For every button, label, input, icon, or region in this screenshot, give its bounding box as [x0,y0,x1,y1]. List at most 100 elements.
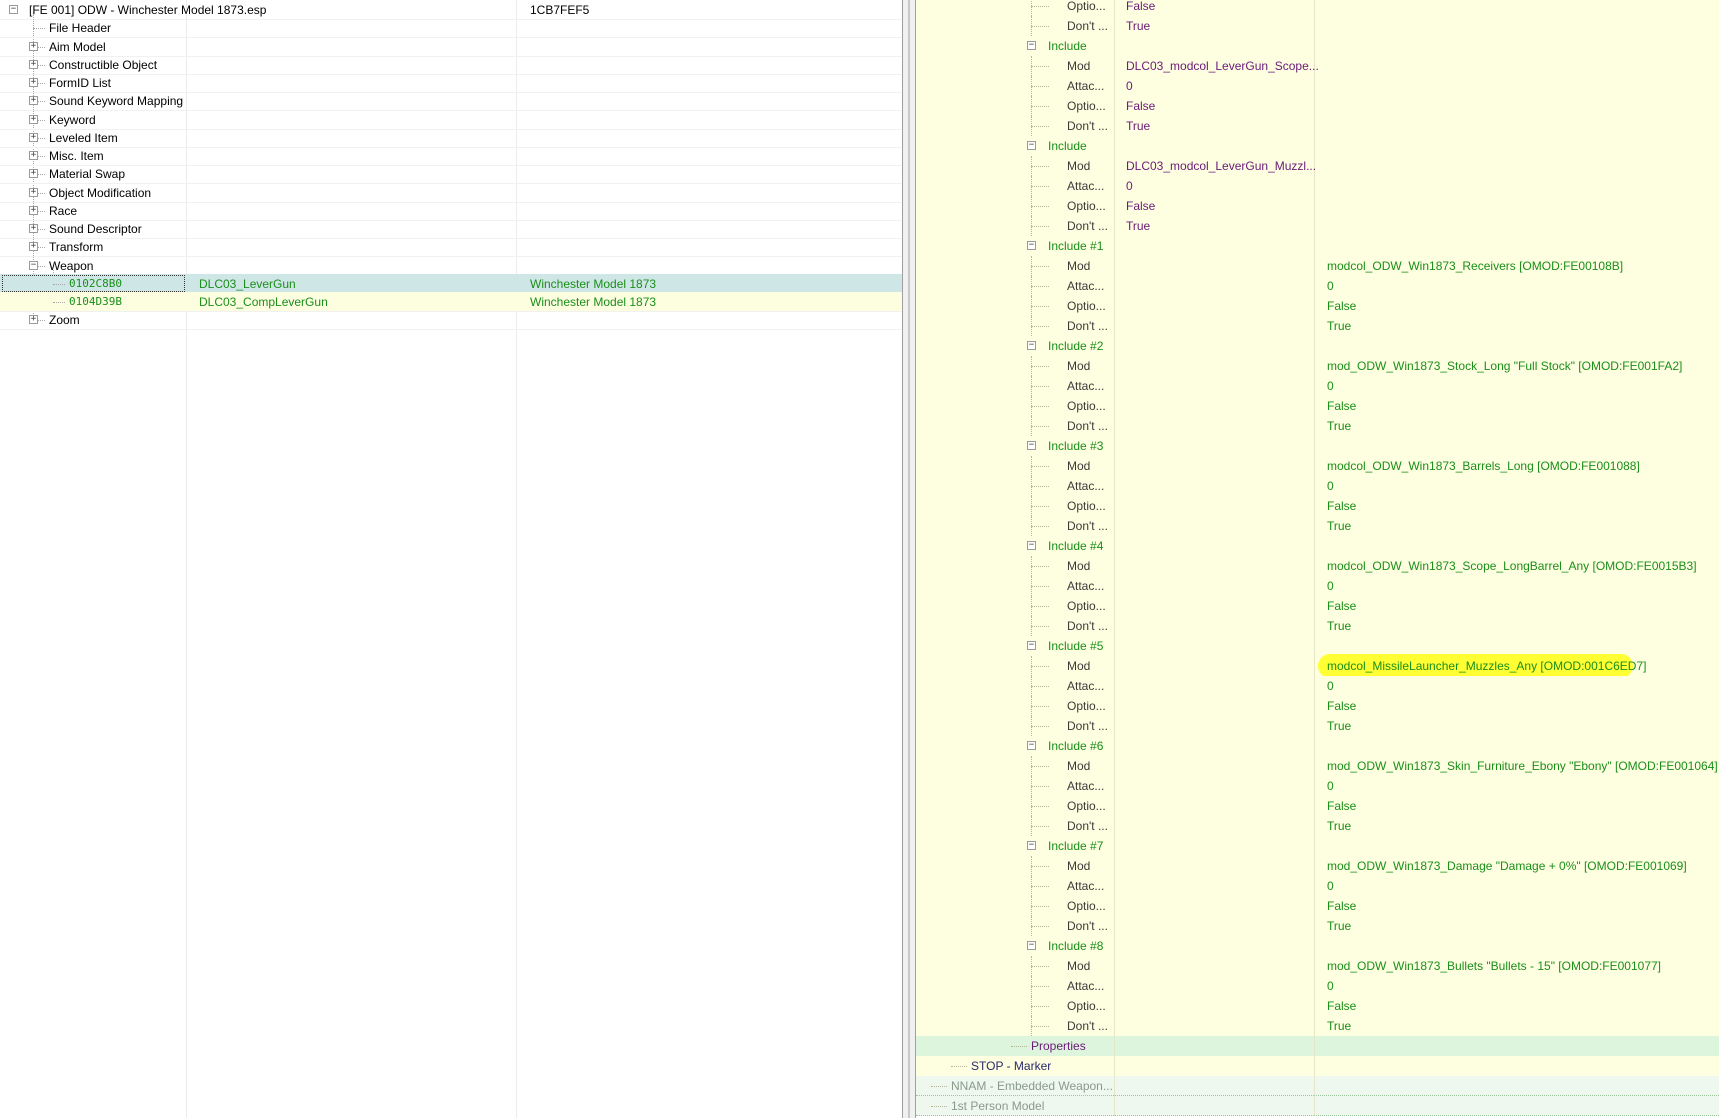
field-row[interactable]: Optio... False [916,96,1719,116]
field-value[interactable]: True [1327,916,1351,936]
expand-icon[interactable]: + [29,132,38,142]
collapse-icon[interactable]: − [9,5,18,14]
tree-group-race[interactable]: + Race [0,201,902,221]
tail-row-stop[interactable]: STOP - Marker [916,1056,1719,1076]
field-row[interactable]: Attac... 0 [916,476,1719,496]
field-row[interactable]: Mod DLC03_modcol_LeverGun_Muzzl... [916,156,1719,176]
collapse-icon[interactable]: − [1027,341,1036,350]
field-value-override[interactable]: True [1126,116,1150,136]
tree-group-misc-item[interactable]: + Misc. Item [0,146,902,166]
field-row[interactable]: Mod modcol_ODW_Win1873_Scope_LongBarrel_A… [916,556,1719,576]
field-value[interactable]: 0 [1327,676,1334,696]
field-value-override[interactable]: 0 [1126,76,1133,96]
field-row[interactable]: Optio... False [916,296,1719,316]
tree-group-formid-list[interactable]: + FormID List [0,73,902,93]
record-view-pane[interactable]: Optio... False Don't ... True − Include Mod DLC… [916,0,1719,1118]
field-value[interactable]: True [1327,1016,1351,1036]
pane-splitter[interactable] [902,0,916,1118]
field-row[interactable]: Attac... 0 [916,276,1719,296]
include-node[interactable]: − Include #1 [916,236,1719,256]
field-row[interactable]: Mod modcol_ODW_Win1873_Receivers [OMOD:FE… [916,256,1719,276]
field-value[interactable]: 0 [1327,576,1334,596]
field-value-override[interactable]: 0 [1126,176,1133,196]
field-value[interactable]: True [1327,516,1351,536]
tail-row-grey[interactable]: NNAM - Embedded Weapon... [916,1076,1719,1096]
collapse-icon[interactable]: − [1027,41,1036,50]
field-value[interactable]: False [1327,996,1356,1016]
collapse-icon[interactable]: − [1027,841,1036,850]
field-value[interactable]: mod_ODW_Win1873_Bullets "Bullets - 15" [… [1327,956,1661,976]
field-value[interactable]: False [1327,496,1356,516]
field-row[interactable]: Don't ... True [916,816,1719,836]
tree-group-leveled-item[interactable]: + Leveled Item [0,128,902,148]
collapse-icon[interactable]: − [1027,541,1036,550]
weapon-record-row[interactable]: 0102C8B0 DLC03_LeverGun Winchester Model 1… [0,273,902,294]
field-row[interactable]: Attac... 0 [916,376,1719,396]
field-row[interactable]: Attac... 0 [916,776,1719,796]
weapon-record-row[interactable]: 0104D39B DLC03_CompLeverGun Winchester Mod… [0,292,902,312]
field-value[interactable]: False [1327,896,1356,916]
field-value[interactable]: 0 [1327,876,1334,896]
include-node[interactable]: − Include [916,36,1719,56]
field-row[interactable]: Don't ... True [916,516,1719,536]
tail-row-prop[interactable]: Properties [916,1036,1719,1056]
include-node[interactable]: − Include [916,136,1719,156]
field-row[interactable]: Optio... False [916,996,1719,1016]
field-value[interactable]: True [1327,816,1351,836]
field-value-override[interactable]: DLC03_modcol_LeverGun_Scope... [1126,56,1319,76]
field-row[interactable]: Attac... 0 [916,176,1719,196]
collapse-icon[interactable]: − [1027,941,1036,950]
tree-group-sound-keyword-mapping[interactable]: + Sound Keyword Mapping [0,91,902,112]
expand-icon[interactable]: + [29,205,38,215]
field-row[interactable]: Don't ... True [916,216,1719,236]
field-value[interactable]: modcol_ODW_Win1873_Barrels_Long [OMOD:FE… [1327,456,1640,476]
field-row[interactable]: Don't ... True [916,616,1719,636]
field-value-override[interactable]: False [1126,0,1155,16]
include-node[interactable]: − Include #2 [916,336,1719,356]
field-row[interactable]: Don't ... True [916,916,1719,936]
field-row[interactable]: Mod DLC03_modcol_LeverGun_Scope... [916,56,1719,76]
field-value[interactable]: 0 [1327,976,1334,996]
expand-icon[interactable]: + [29,59,38,69]
tree-group-keyword[interactable]: + Keyword [0,110,902,130]
tail-row-grey[interactable]: 1st Person Model [916,1096,1719,1116]
field-row[interactable]: Optio... False [916,896,1719,916]
field-row[interactable]: Don't ... True [916,416,1719,436]
expand-icon[interactable]: + [29,151,38,160]
tree-group-file-header[interactable]: File Header [0,18,902,39]
field-row[interactable]: Attac... 0 [916,676,1719,696]
field-value[interactable]: 0 [1327,476,1334,496]
field-value[interactable]: True [1327,716,1351,736]
field-value-override[interactable]: True [1126,16,1150,36]
tree-group-weapon[interactable]: − Weapon [0,256,902,276]
field-row[interactable]: Attac... 0 [916,76,1719,96]
field-value[interactable]: False [1327,696,1356,716]
field-row[interactable]: Attac... 0 [916,876,1719,896]
expand-icon[interactable]: + [29,169,38,179]
tree-group-aim-model[interactable]: + Aim Model [0,37,902,57]
field-row[interactable]: Optio... False [916,796,1719,816]
include-node[interactable]: − Include #6 [916,736,1719,756]
field-value[interactable]: modcol_ODW_Win1873_Scope_LongBarrel_Any … [1327,556,1697,576]
field-row[interactable]: Mod modcol_ODW_Win1873_Barrels_Long [OMOD… [916,456,1719,476]
field-value-override[interactable]: False [1126,96,1155,116]
field-value[interactable]: True [1327,616,1351,636]
field-value[interactable]: modcol_ODW_Win1873_Receivers [OMOD:FE001… [1327,256,1623,276]
expand-icon[interactable]: + [29,41,38,51]
field-row[interactable]: Optio... False [916,496,1719,516]
expand-icon[interactable]: + [29,242,38,252]
tree-group-sound-descriptor[interactable]: + Sound Descriptor [0,219,902,239]
field-row[interactable]: Don't ... True [916,316,1719,336]
field-value[interactable]: 0 [1327,376,1334,396]
field-row[interactable]: Optio... False [916,696,1719,716]
field-row[interactable]: Attac... 0 [916,976,1719,996]
include-node[interactable]: − Include #4 [916,536,1719,556]
field-value[interactable]: 0 [1327,276,1334,296]
tree-group-material-swap[interactable]: + Material Swap [0,164,902,185]
collapse-icon[interactable]: − [1027,441,1036,450]
field-value[interactable]: modcol_MissileLauncher_Muzzles_Any [OMOD… [1327,656,1646,676]
tree-group-object-modification[interactable]: + Object Modification [0,183,902,203]
field-row[interactable]: Mod mod_ODW_Win1873_Damage "Damage + 0%" … [916,856,1719,876]
collapse-icon[interactable]: − [1027,741,1036,750]
field-row[interactable]: Don't ... True [916,116,1719,136]
